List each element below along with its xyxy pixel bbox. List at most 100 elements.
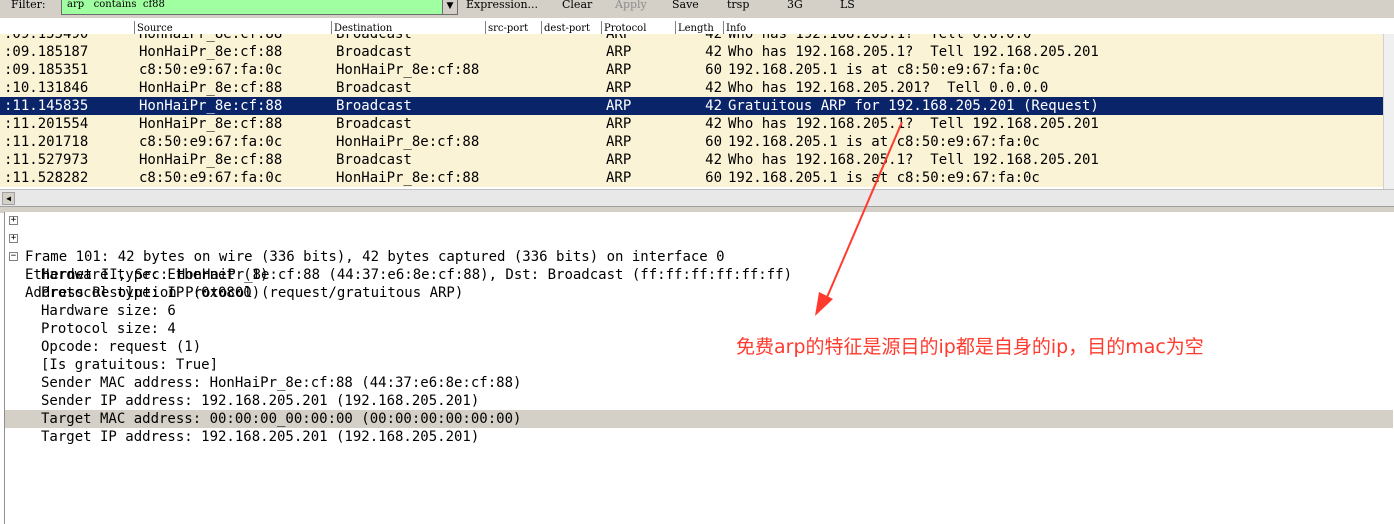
collapse-minus-icon[interactable]: −: [9, 252, 18, 261]
column-header-length[interactable]: Length: [675, 21, 714, 34]
packet-row[interactable]: :11.201554 HonHaiPr_8e:cf:88 Broadcast ARP 4…: [0, 115, 1384, 133]
arp-field-row[interactable]: Hardware type: Ethernet (1): [5, 266, 1393, 284]
arp-field-row[interactable]: Protocol type: IP (0x0800): [5, 284, 1393, 302]
packet-protocol-cell: ARP: [606, 62, 632, 78]
arp-field-text: Target MAC address: 00:00:00_00:00:00 (0…: [41, 411, 522, 427]
detail-frame-row[interactable]: + Frame 101: 42 bytes on wire (336 bits)…: [5, 212, 1393, 265]
expand-plus-icon[interactable]: +: [9, 216, 18, 225]
expand-plus-icon[interactable]: +: [9, 234, 18, 243]
packet-protocol-cell: ARP: [606, 80, 632, 96]
filter-input[interactable]: arp contains cf88: [61, 0, 444, 15]
arp-field-text: Hardware size: 6: [41, 303, 176, 319]
packet-destination-cell: HonHaiPr_8e:cf:88: [336, 134, 480, 150]
packet-row[interactable]: :11.528282 c8:50:e9:67:fa:0c HonHaiPr_8e:c…: [0, 169, 1384, 187]
packet-info-cell: Who has 192.168.205.1? Tell 192.168.205.…: [728, 116, 1099, 132]
detail-arp-row[interactable]: − Address Resolution Protocol (request/g…: [5, 248, 1393, 301]
packet-row[interactable]: :11.145835 HonHaiPr_8e:cf:88 Broadcast ARP 4…: [0, 97, 1384, 115]
packet-info-cell: 192.168.205.1 is at c8:50:e9:67:fa:0c: [728, 62, 1040, 78]
packet-destination-cell: Broadcast: [336, 34, 412, 42]
packet-source-cell: c8:50:e9:67:fa:0c: [139, 62, 283, 78]
packet-info-cell: Who has 192.168.205.1? Tell 192.168.205.…: [728, 44, 1099, 60]
column-header-destination[interactable]: Destination: [331, 21, 392, 34]
save-button[interactable]: Save: [672, 0, 699, 12]
packet-length-cell: 60: [705, 134, 722, 150]
packet-row[interactable]: :10.131846 HonHaiPr_8e:cf:88 Broadcast ARP 4…: [0, 79, 1384, 97]
packet-destination-cell: Broadcast: [336, 44, 412, 60]
packet-list-header: Source Destination src-port dest-port Pr…: [0, 21, 1394, 35]
packet-protocol-cell: ARP: [606, 170, 632, 186]
packet-length-cell: 42: [705, 44, 722, 60]
packet-time-cell: :11.527973: [4, 152, 89, 168]
packet-time-cell: :09.185351: [4, 62, 89, 78]
arp-field-text: Sender IP address: 192.168.205.201 (192.…: [41, 393, 480, 409]
filter-dropdown-icon[interactable]: ▼: [442, 0, 458, 15]
filter-toolbar: Filter: arp contains cf88 ▼ Expression..…: [0, 0, 1394, 18]
packet-source-cell: HonHaiPr_8e:cf:88: [139, 116, 283, 132]
3g-button[interactable]: 3G: [787, 0, 803, 12]
packet-destination-cell: Broadcast: [336, 116, 412, 132]
expression-button[interactable]: Expression...: [466, 0, 538, 12]
arp-field-text: Target IP address: 192.168.205.201 (192.…: [41, 429, 480, 445]
arp-field-row[interactable]: Hardware size: 6: [5, 302, 1393, 320]
packet-source-cell: HonHaiPr_8e:cf:88: [139, 152, 283, 168]
packet-length-cell: 42: [705, 152, 722, 168]
packet-info-cell: Who has 192.168.205.201? Tell 0.0.0.0: [728, 80, 1049, 96]
arp-field-text: [Is gratuitous: True]: [41, 357, 219, 373]
packet-length-cell: 42: [705, 98, 722, 114]
arp-field-row[interactable]: Sender MAC address: HonHaiPr_8e:cf:88 (4…: [5, 374, 1393, 392]
scroll-left-arrow-icon[interactable]: ◀: [2, 192, 15, 205]
packet-source-cell: HonHaiPr_8e:cf:88: [139, 98, 283, 114]
apply-button[interactable]: Apply: [615, 0, 647, 12]
packet-protocol-cell: ARP: [606, 134, 632, 150]
packet-row[interactable]: :11.527973 HonHaiPr_8e:cf:88 Broadcast ARP 4…: [0, 151, 1384, 169]
packet-time-cell: :09.155490: [4, 34, 89, 42]
packet-length-cell: 42: [705, 116, 722, 132]
packet-row[interactable]: :09.185351 c8:50:e9:67:fa:0c HonHaiPr_8e:c…: [0, 61, 1384, 79]
packet-source-cell: HonHaiPr_8e:cf:88: [139, 34, 283, 42]
column-header-src-port[interactable]: src-port: [485, 21, 528, 34]
packet-time-cell: :11.201554: [4, 116, 89, 132]
column-header-info[interactable]: Info: [723, 21, 746, 34]
packet-row[interactable]: :09.185187 HonHaiPr_8e:cf:88 Broadcast ARP 4…: [0, 43, 1384, 61]
packet-info-cell: 192.168.205.1 is at c8:50:e9:67:fa:0c: [728, 134, 1040, 150]
packet-time-cell: :11.528282: [4, 170, 89, 186]
arp-field-text: Opcode: request (1): [41, 339, 202, 355]
packet-row[interactable]: :09.155490 HonHaiPr_8e:cf:88 Broadcast ARP 4…: [0, 34, 1384, 43]
packet-protocol-cell: ARP: [606, 44, 632, 60]
packet-destination-cell: HonHaiPr_8e:cf:88: [336, 170, 480, 186]
packet-length-cell: 42: [705, 80, 722, 96]
trsp-button[interactable]: trsp: [727, 0, 749, 12]
packet-source-cell: HonHaiPr_8e:cf:88: [139, 80, 283, 96]
packet-time-cell: :10.131846: [4, 80, 89, 96]
packet-destination-cell: Broadcast: [336, 98, 412, 114]
packet-list: :09.155490 HonHaiPr_8e:cf:88 Broadcast ARP 4…: [0, 34, 1394, 189]
ls-button[interactable]: LS: [840, 0, 855, 12]
annotation-note: 免费arp的特征是源目的ip都是自身的ip，目的mac为空: [736, 336, 1204, 358]
arp-field-text: Hardware type: Ethernet (1): [41, 267, 269, 283]
arp-field-row[interactable]: Target MAC address: 00:00:00_00:00:00 (0…: [5, 410, 1393, 428]
detail-ethernet-row[interactable]: + Ethernet II, Src: HonHaiPr_8e:cf:88 (4…: [5, 230, 1393, 283]
packet-protocol-cell: ARP: [606, 116, 632, 132]
arp-field-text: Protocol type: IP (0x0800): [41, 285, 261, 301]
packet-time-cell: :09.185187: [4, 44, 89, 60]
packet-info-cell: Gratuitous ARP for 192.168.205.201 (Requ…: [728, 98, 1099, 114]
column-header-dest-port[interactable]: dest-port: [541, 21, 590, 34]
packet-details-pane: + Frame 101: 42 bytes on wire (336 bits)…: [4, 212, 1394, 524]
packet-time-cell: :11.201718: [4, 134, 89, 150]
packet-row[interactable]: :11.201718 c8:50:e9:67:fa:0c HonHaiPr_8e:c…: [0, 133, 1384, 151]
column-header-source[interactable]: Source: [134, 21, 173, 34]
packet-list-vertical-scrollbar[interactable]: [1383, 34, 1394, 189]
arp-field-text: Protocol size: 4: [41, 321, 176, 337]
packet-destination-cell: Broadcast: [336, 152, 412, 168]
packet-info-cell: Who has 192.168.205.1? Tell 0.0.0.0: [728, 34, 1032, 42]
filter-label: Filter:: [11, 0, 46, 11]
clear-button[interactable]: Clear: [562, 0, 592, 12]
column-header-protocol[interactable]: Protocol: [601, 21, 646, 34]
arp-field-row[interactable]: Target IP address: 192.168.205.201 (192.…: [5, 428, 1393, 446]
packet-source-cell: c8:50:e9:67:fa:0c: [139, 170, 283, 186]
arp-field-row[interactable]: Sender IP address: 192.168.205.201 (192.…: [5, 392, 1393, 410]
packet-list-horizontal-scrollbar[interactable]: ◀: [0, 189, 1394, 207]
packet-info-cell: 192.168.205.1 is at c8:50:e9:67:fa:0c: [728, 170, 1040, 186]
packet-protocol-cell: ARP: [606, 152, 632, 168]
packet-destination-cell: Broadcast: [336, 80, 412, 96]
